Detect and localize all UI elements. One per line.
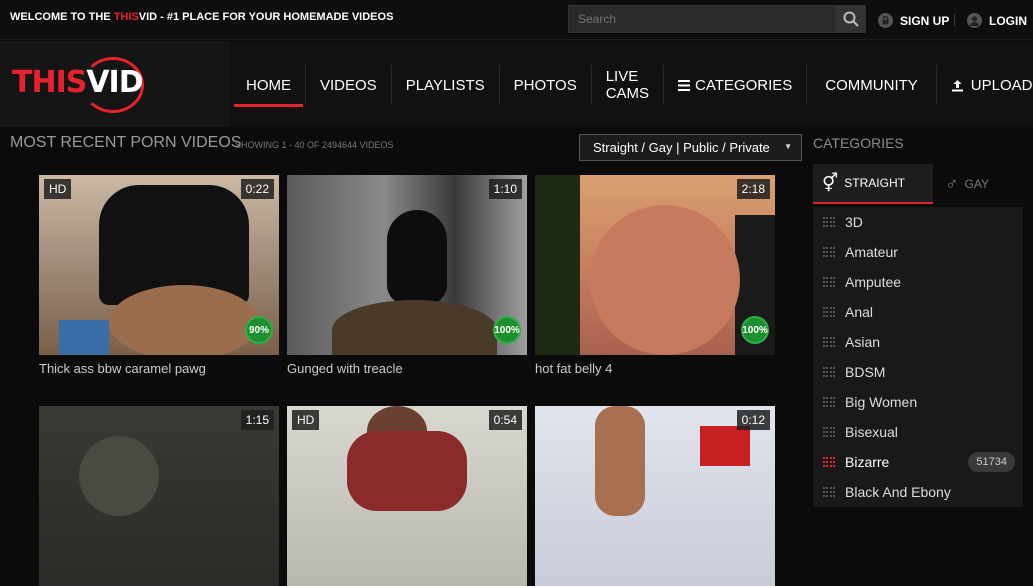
nav-home[interactable]: HOME (232, 65, 306, 107)
male-gender-icon: ♂ (945, 173, 959, 194)
orientation-filter-dropdown[interactable]: Straight / Gay | Public / Private ▼ (579, 134, 802, 161)
list-icon (823, 427, 835, 437)
search-input[interactable] (568, 5, 836, 33)
upload-icon (951, 79, 963, 91)
search-icon (843, 11, 859, 27)
welcome-text: WELCOME TO THE THISVID - #1 PLACE FOR YO… (10, 11, 394, 23)
list-icon (823, 487, 835, 497)
video-title[interactable]: Thick ass bbw caramel pawg (39, 361, 206, 376)
category-item[interactable]: 3D (813, 207, 1023, 237)
tab-gay[interactable]: ♂ GAY (933, 164, 1023, 204)
top-separator: | (953, 12, 957, 26)
category-item[interactable]: BDSM (813, 357, 1023, 387)
list-icon (823, 247, 835, 257)
duration-badge: 0:22 (240, 179, 274, 199)
video-title[interactable]: Gunged with treacle (287, 361, 403, 376)
menu-icon (678, 79, 691, 91)
video-thumbnail[interactable]: 2:18 100% (535, 175, 775, 355)
nav-community[interactable]: COMMUNITY (807, 65, 937, 105)
category-item[interactable]: Black And Ebony (813, 477, 1023, 507)
video-thumbnail[interactable]: 0:12 (535, 406, 775, 586)
list-icon (823, 277, 835, 287)
categories-sidebar: CATEGORIES ⚥ STRAIGHT ♂ GAY 3D Amateur Amp… (813, 127, 1023, 509)
list-icon (823, 457, 835, 467)
video-title[interactable]: hot fat belly 4 (535, 361, 612, 376)
site-header: THISVID HOME VIDEOS PLAYLISTS PHOTOS LIV… (0, 41, 1033, 127)
hd-badge: HD (44, 179, 72, 199)
duration-badge: 1:15 (240, 410, 274, 430)
nav-photos[interactable]: PHOTOS (500, 65, 592, 105)
duration-badge: 2:18 (736, 179, 770, 199)
list-icon (823, 217, 835, 227)
category-item[interactable]: Asian (813, 327, 1023, 357)
list-icon (823, 337, 835, 347)
page-title: MOST RECENT PORN VIDEOS (10, 134, 242, 151)
main-nav: HOME VIDEOS PLAYLISTS PHOTOS LIVE CAMS C… (232, 65, 1033, 107)
category-item[interactable]: Amateur (813, 237, 1023, 267)
category-item-active[interactable]: Bizarre 51734 (813, 447, 1023, 477)
top-bar: WELCOME TO THE THISVID - #1 PLACE FOR YO… (0, 0, 1033, 40)
video-thumbnail[interactable]: 1:10 100% (287, 175, 527, 355)
signup-label: SIGN UP (900, 13, 950, 28)
caret-down-icon: ▼ (784, 142, 792, 151)
straight-gender-icon: ⚥ (822, 172, 839, 193)
duration-badge: 1:10 (488, 179, 522, 199)
rating-badge: 100% (493, 316, 521, 344)
search-button[interactable] (836, 5, 866, 33)
duration-badge: 0:54 (488, 410, 522, 430)
logo-text: THISVID (12, 65, 144, 100)
logo[interactable]: THISVID (0, 41, 230, 127)
category-item[interactable]: Big Women (813, 387, 1023, 417)
user-icon (967, 13, 982, 28)
rating-badge: 90% (245, 316, 273, 344)
list-icon (823, 367, 835, 377)
category-item[interactable]: Anal (813, 297, 1023, 327)
orientation-tabs: ⚥ STRAIGHT ♂ GAY (813, 164, 1023, 204)
hd-badge: HD (292, 410, 320, 430)
nav-videos[interactable]: VIDEOS (306, 65, 392, 105)
sidebar-title: CATEGORIES (813, 135, 904, 151)
category-item[interactable]: Bisexual (813, 417, 1023, 447)
video-thumbnail[interactable]: HD 0:54 (287, 406, 527, 586)
nav-live-cams[interactable]: LIVE CAMS (592, 65, 665, 105)
login-label: LOGIN (989, 13, 1027, 28)
login-link[interactable]: LOGIN (967, 13, 1027, 28)
nav-categories[interactable]: CATEGORIES (664, 65, 808, 105)
duration-badge: 0:12 (736, 410, 770, 430)
list-icon (823, 307, 835, 317)
video-thumbnail[interactable]: 1:15 (39, 406, 279, 586)
category-item[interactable]: Amputee (813, 267, 1023, 297)
video-thumbnail[interactable]: HD 0:22 90% (39, 175, 279, 355)
nav-playlists[interactable]: PLAYLISTS (392, 65, 500, 105)
nav-upload[interactable]: UPLOAD (937, 65, 1033, 105)
results-count: SHOWING 1 - 40 OF 2494644 VIDEOS (235, 140, 394, 150)
filter-label: Straight / Gay | Public / Private (593, 140, 770, 155)
tab-straight[interactable]: ⚥ STRAIGHT (813, 164, 933, 204)
lock-icon (878, 13, 893, 28)
category-count-badge: 51734 (968, 452, 1015, 472)
signup-link[interactable]: SIGN UP (878, 13, 949, 28)
rating-badge: 100% (741, 316, 769, 344)
list-icon (823, 397, 835, 407)
category-list: 3D Amateur Amputee Anal Asian BDSM Big W… (813, 207, 1023, 507)
